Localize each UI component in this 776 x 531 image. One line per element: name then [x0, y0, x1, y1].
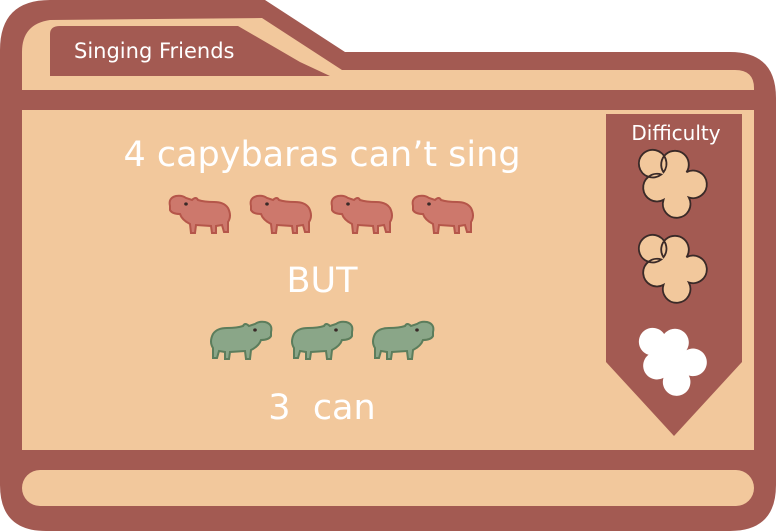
task-card: Singing Friends 4 capybaras can’t sing B…	[0, 0, 776, 531]
statement-line-2: BUT	[286, 261, 358, 301]
difficulty-label: Difficulty	[631, 121, 720, 145]
statement-line-1: 4 capybaras can’t sing	[123, 135, 520, 175]
statement-line-3: 3 can	[268, 388, 375, 428]
folder-bottom-band	[22, 470, 754, 506]
tab-title: Singing Friends	[74, 39, 234, 63]
difficulty-meter	[637, 148, 708, 396]
